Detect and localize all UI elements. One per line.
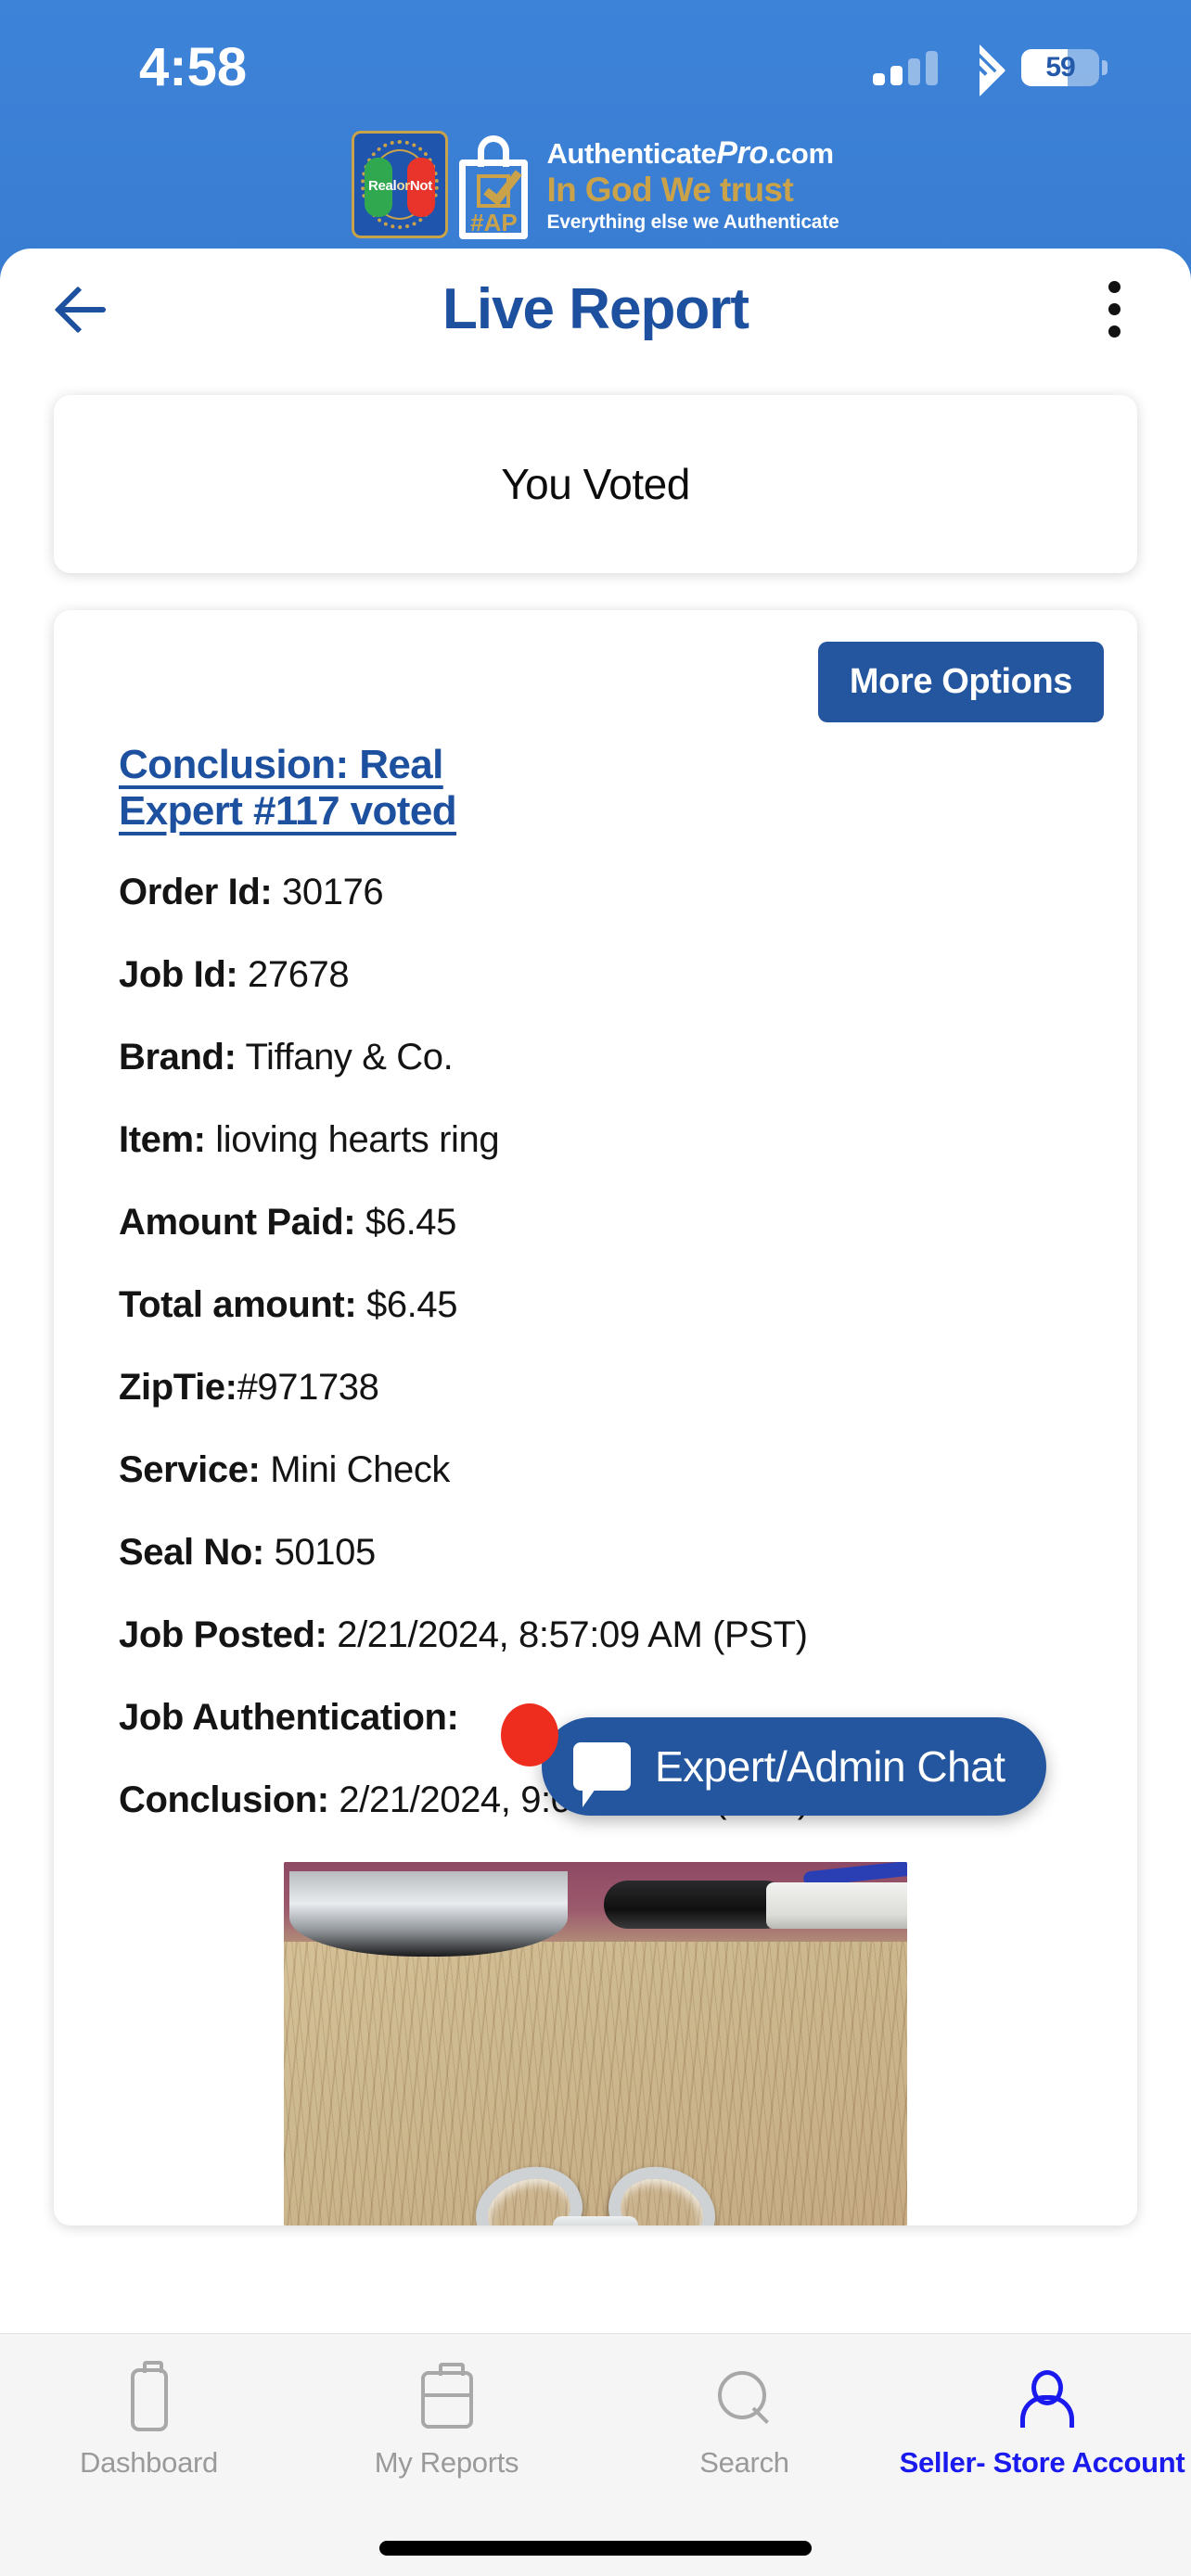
chat-bubble-icon — [573, 1742, 631, 1807]
tab-seller-store-account[interactable]: Seller- Store Account — [893, 2366, 1191, 2480]
tab-search-label: Search — [699, 2446, 789, 2479]
brand-line1-b: Pro — [716, 135, 768, 171]
report-detail-rows: Order Id: 30176 Job Id: 27678 Brand: Tif… — [54, 835, 1137, 1821]
battery-percent-label: 59 — [1045, 52, 1075, 83]
detail-key: Seal No: — [119, 1532, 264, 1573]
detail-value: #971738 — [237, 1367, 379, 1408]
shopping-bag-check-icon: #AP — [454, 130, 533, 239]
detail-key: Total amount: — [119, 1284, 357, 1325]
tab-search[interactable]: Search — [596, 2366, 893, 2480]
detail-value: Tiffany & Co. — [245, 1037, 454, 1078]
tab-my-reports-label: My Reports — [374, 2446, 519, 2479]
conclusion-link[interactable]: Conclusion: Real — [119, 742, 443, 788]
detail-row: Seal No: 50105 — [119, 1532, 1137, 1574]
status-bar-clock: 4:58 — [139, 36, 248, 97]
detail-value: 2/21/2024, 8:57:09 AM (PST) — [337, 1614, 808, 1655]
bottom-tab-bar: Dashboard My Reports Search Seller- Stor… — [0, 2333, 1191, 2576]
detail-row: Service: Mini Check — [119, 1449, 1137, 1491]
detail-row: Job Id: 27678 — [119, 954, 1137, 996]
battery-icon: 59 — [1021, 49, 1108, 86]
kebab-menu-icon[interactable] — [1091, 280, 1137, 338]
home-indicator — [379, 2541, 812, 2556]
expert-voted-link[interactable]: Expert #117 voted — [119, 788, 457, 835]
detail-value: $6.45 — [365, 1284, 458, 1325]
detail-row: Job Posted: 2/21/2024, 8:57:09 AM (PST) — [119, 1614, 1137, 1656]
report-photo-wrapper — [54, 1862, 1137, 2225]
detail-row: Amount Paid: $6.45 — [119, 1202, 1137, 1243]
detail-key: Item: — [119, 1119, 206, 1160]
silver-ring-on-wood-photo[interactable] — [284, 1862, 907, 2225]
tab-dashboard[interactable]: Dashboard — [0, 2361, 298, 2480]
wifi-icon — [953, 44, 1006, 97]
briefcase-icon — [420, 2363, 473, 2434]
brand-line1-c: .com — [767, 137, 834, 170]
app-bar: Live Report — [0, 249, 1191, 369]
app-sheet: Live Report You Voted More Options Concl… — [0, 249, 1191, 2333]
scroll-container[interactable]: You Voted More Options Conclusion: Real … — [0, 395, 1191, 2225]
detail-key: Service: — [119, 1449, 261, 1490]
detail-row: Total amount: $6.45 — [119, 1284, 1137, 1326]
more-options-button[interactable]: More Options — [817, 642, 1104, 722]
detail-value: 27678 — [248, 954, 350, 995]
detail-key: Brand: — [119, 1037, 237, 1078]
detail-key: Job Id: — [119, 954, 238, 995]
bag-tag-label: #AP — [470, 209, 518, 236]
detail-row: ZipTie:#971738 — [119, 1367, 1137, 1409]
tab-dashboard-label: Dashboard — [80, 2446, 218, 2479]
detail-value: $6.45 — [365, 1202, 457, 1243]
detail-key: ZipTie: — [119, 1367, 237, 1408]
page-title: Live Report — [442, 276, 749, 341]
dashboard-icon — [130, 2361, 168, 2434]
expert-admin-chat-button[interactable]: Expert/Admin Chat — [542, 1717, 1046, 1816]
you-voted-label: You Voted — [501, 460, 690, 508]
detail-key: Job Posted: — [119, 1614, 327, 1655]
status-bar: 4:58 59 — [0, 0, 1191, 121]
detail-row: Order Id: 30176 — [119, 872, 1137, 913]
detail-key: Order Id: — [119, 872, 273, 912]
detail-key: Amount Paid: — [119, 1202, 356, 1243]
cellular-signal-icon — [873, 50, 938, 85]
brand-text: AuthenticatePro.com In God We trust Ever… — [546, 137, 839, 232]
detail-value: Mini Check — [270, 1449, 451, 1490]
status-bar-icons: 59 — [873, 44, 1108, 97]
you-voted-card: You Voted — [54, 395, 1137, 573]
report-card: More Options Conclusion: Real Expert #11… — [54, 610, 1137, 2225]
seal-not-label: Not — [409, 178, 432, 194]
brand-line1-a: Authenticate — [546, 137, 717, 170]
user-account-icon — [1015, 2366, 1074, 2434]
detail-row: Item: lioving hearts ring — [119, 1119, 1137, 1161]
seal-or-label: or — [396, 178, 410, 194]
notification-dot-icon — [501, 1703, 558, 1766]
detail-key: Job Authentication: — [119, 1697, 459, 1738]
detail-value: lioving hearts ring — [215, 1119, 500, 1160]
seal-real-label: Real — [367, 178, 397, 194]
tab-seller-store-account-label: Seller- Store Account — [899, 2446, 1185, 2479]
detail-key: Conclusion: — [119, 1779, 329, 1820]
brand-line2: In God We trust — [546, 171, 794, 209]
detail-value: 30176 — [282, 872, 384, 912]
phone-screen: 4:58 59 RealorNot #AP AuthenticatePro.co… — [0, 0, 1191, 2576]
brand-line3: Everything else we Authenticate — [546, 211, 839, 233]
brand-banner: RealorNot #AP AuthenticatePro.com In God… — [0, 130, 1191, 239]
detail-row: Brand: Tiffany & Co. — [119, 1037, 1137, 1078]
real-or-not-seal-icon: RealorNot — [352, 131, 449, 238]
detail-value: 50105 — [274, 1532, 377, 1573]
tab-my-reports[interactable]: My Reports — [298, 2363, 596, 2480]
search-icon — [716, 2366, 774, 2434]
expert-admin-chat-label: Expert/Admin Chat — [655, 1742, 1005, 1791]
